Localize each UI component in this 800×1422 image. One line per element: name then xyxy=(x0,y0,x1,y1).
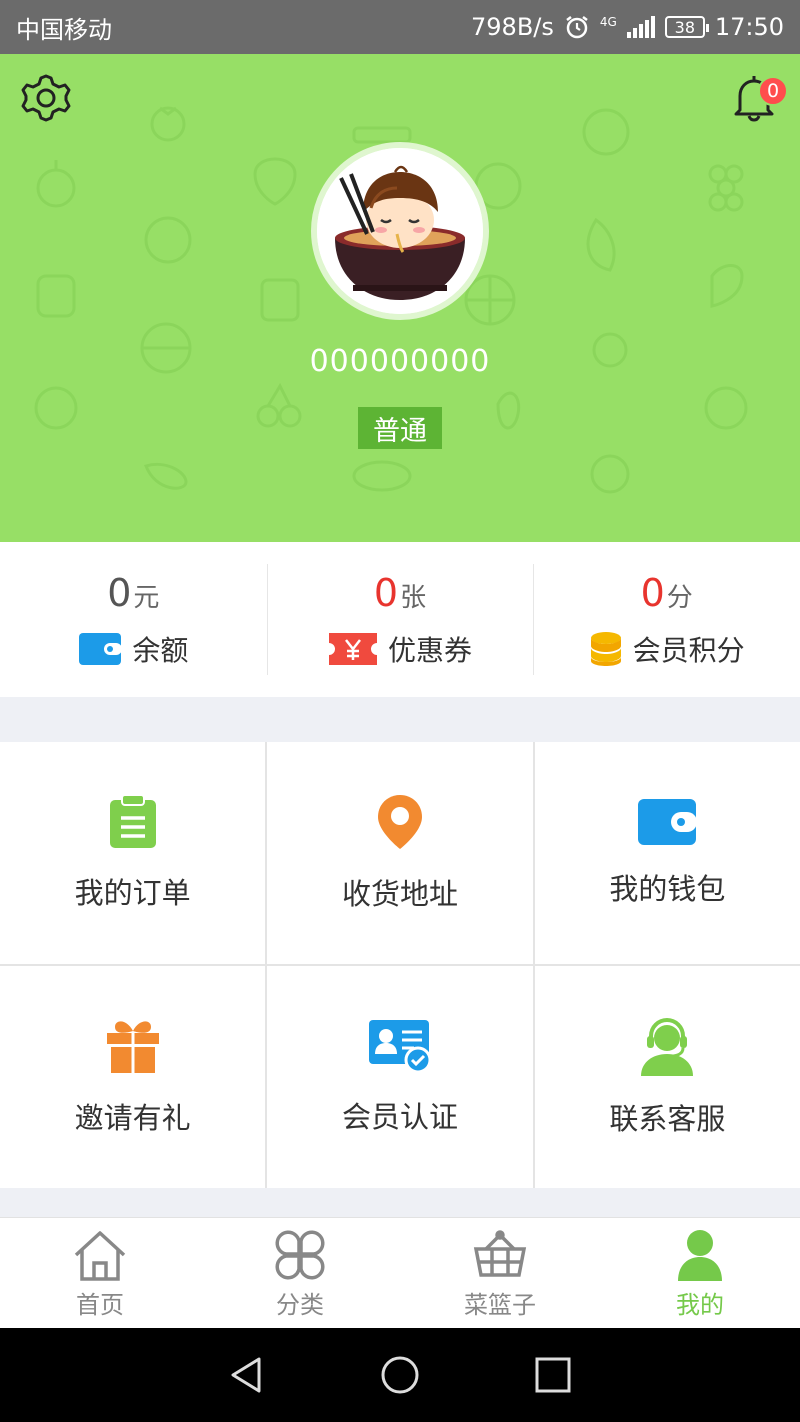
menu-label: 我的钱包 xyxy=(609,872,726,906)
wallet-icon xyxy=(638,799,698,845)
stat-balance[interactable]: 0元 余额 xyxy=(0,542,267,697)
alarm-icon xyxy=(566,16,588,39)
menu-my-orders[interactable]: 我的订单 xyxy=(0,742,266,964)
balance-label: 余额 xyxy=(132,633,189,667)
clipboard-icon xyxy=(109,794,156,848)
tab-label: 菜篮子 xyxy=(464,1290,536,1319)
home-circle-icon[interactable] xyxy=(380,1355,420,1395)
network-speed: 798B/s xyxy=(471,13,554,41)
back-icon[interactable] xyxy=(227,1355,267,1395)
tab-basket[interactable]: 菜篮子 xyxy=(400,1218,600,1328)
home-icon xyxy=(74,1230,126,1281)
menu-label: 收货地址 xyxy=(341,877,458,911)
menu-label: 会员认证 xyxy=(341,1100,458,1134)
avatar[interactable] xyxy=(311,142,489,320)
id-card-verified-icon xyxy=(368,1020,432,1074)
recents-icon[interactable] xyxy=(533,1355,573,1395)
avatar-image xyxy=(317,148,483,314)
network-type: 4G xyxy=(599,15,617,29)
coupon-value: 0 xyxy=(373,570,399,615)
basket-icon xyxy=(473,1229,527,1277)
menu-label: 邀请有礼 xyxy=(74,1101,191,1135)
bottom-tab-bar: 首页 分类 菜篮子 我的 xyxy=(0,1217,800,1328)
balance-unit: 元 xyxy=(133,582,160,613)
stat-coupons[interactable]: 0张 优惠券 xyxy=(266,542,534,697)
notification-badge: 0 xyxy=(758,76,788,106)
user-icon xyxy=(678,1229,722,1281)
coins-icon xyxy=(590,631,621,666)
coupon-icon xyxy=(329,632,377,665)
battery-icon: 38 xyxy=(664,16,709,38)
tab-category[interactable]: 分类 xyxy=(200,1218,400,1328)
wallet-icon xyxy=(79,632,123,665)
battery-level: 38 xyxy=(674,17,695,37)
status-bar: 中国移动 798B/s 4G 38 17:50 xyxy=(0,0,800,54)
tab-label: 我的 xyxy=(676,1290,724,1319)
menu-my-wallet[interactable]: 我的钱包 xyxy=(534,742,800,964)
system-nav-bar xyxy=(0,1328,800,1422)
customer-service-icon xyxy=(641,1018,694,1076)
balance-value: 0 xyxy=(107,570,132,615)
points-unit: 分 xyxy=(666,582,693,613)
signal-icon xyxy=(626,16,655,38)
points-value: 0 xyxy=(640,570,665,615)
settings-button[interactable] xyxy=(20,72,72,124)
carrier-name: 中国移动 xyxy=(16,15,112,44)
menu-label: 我的订单 xyxy=(74,876,191,910)
gift-icon xyxy=(106,1021,159,1073)
tab-mine[interactable]: 我的 xyxy=(600,1218,800,1328)
coupon-label: 优惠券 xyxy=(388,633,473,667)
menu-member-verification[interactable]: 会员认证 xyxy=(267,966,533,1188)
member-level-badge: 普通 xyxy=(358,407,442,449)
menu-label: 联系客服 xyxy=(609,1102,726,1136)
account-stats: 0元 余额 0张 优惠券 0分 会员积分 xyxy=(0,542,800,697)
coupon-unit: 张 xyxy=(400,582,427,613)
tab-label: 首页 xyxy=(76,1290,124,1319)
clock: 17:50 xyxy=(714,13,784,41)
notification-button[interactable]: 0 xyxy=(728,72,788,124)
category-icon xyxy=(275,1230,325,1279)
stat-points[interactable]: 0分 会员积分 xyxy=(533,542,800,697)
menu-invite-reward[interactable]: 邀请有礼 xyxy=(0,966,266,1188)
location-pin-icon xyxy=(377,795,422,849)
profile-header: 0 000000000 普通 xyxy=(0,54,800,542)
username: 000000000 xyxy=(309,344,491,379)
gear-icon xyxy=(21,74,71,122)
points-label: 会员积分 xyxy=(632,633,745,667)
tab-label: 分类 xyxy=(276,1290,324,1319)
menu-customer-service[interactable]: 联系客服 xyxy=(534,966,800,1188)
tab-home[interactable]: 首页 xyxy=(0,1218,200,1328)
menu-shipping-address[interactable]: 收货地址 xyxy=(267,742,533,964)
feature-grid: 我的订单 收货地址 我的钱包 邀请有礼 会员认证 联系客服 xyxy=(0,742,800,1188)
